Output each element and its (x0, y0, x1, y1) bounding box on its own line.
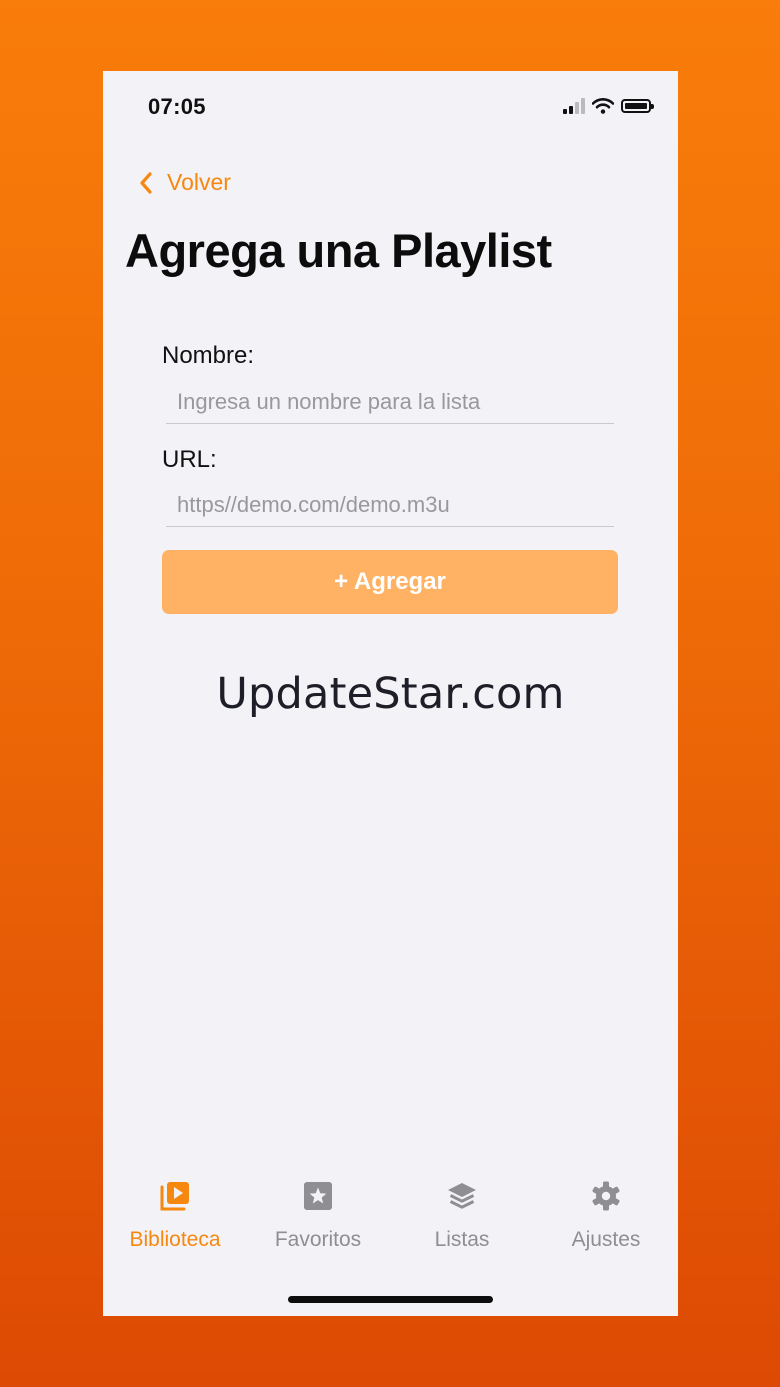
url-label: URL: (162, 446, 217, 473)
name-input[interactable] (166, 380, 614, 424)
library-play-icon (158, 1178, 192, 1214)
tab-label: Listas (434, 1228, 490, 1251)
status-icons (563, 98, 654, 114)
tab-favoritos[interactable]: Favoritos (246, 1178, 390, 1252)
gear-icon (590, 1178, 622, 1214)
star-square-icon (303, 1178, 333, 1214)
tab-label: Biblioteca (129, 1228, 221, 1251)
layers-stack-icon (446, 1178, 478, 1214)
status-time: 07:05 (148, 94, 206, 119)
add-playlist-button[interactable]: + Agregar (162, 550, 618, 614)
page-title: Agrega una Playlist (125, 224, 552, 277)
phone-screen: 07:05 Volver Agrega una Playlist Nombre:… (103, 71, 678, 1316)
back-label: Volver (167, 169, 231, 195)
tab-label: Ajustes (571, 1228, 641, 1251)
chevron-left-icon (140, 171, 152, 194)
cellular-signal-icon (563, 98, 585, 114)
tab-biblioteca[interactable]: Biblioteca (103, 1178, 247, 1252)
battery-icon (621, 99, 654, 113)
home-indicator (288, 1296, 493, 1303)
watermark-text: UpdateStar.com (216, 669, 565, 719)
tab-label: Favoritos (274, 1228, 362, 1251)
back-button[interactable]: Volver (139, 169, 231, 196)
wifi-icon (592, 98, 614, 114)
tab-listas[interactable]: Listas (390, 1178, 534, 1252)
tab-ajustes[interactable]: Ajustes (534, 1178, 678, 1252)
url-input[interactable] (166, 483, 614, 527)
name-label: Nombre: (162, 342, 255, 369)
